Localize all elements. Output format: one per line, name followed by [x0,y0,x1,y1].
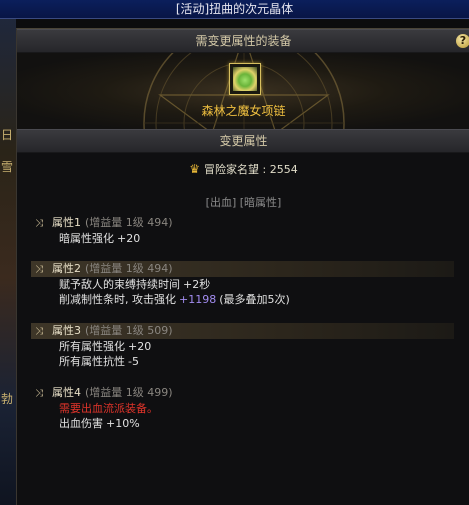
attribute-line: 赋予敌人的束缚持续时间 +2秒 [59,278,211,291]
attribute-name: 属性1 [52,216,81,229]
attribute-header[interactable]: ⤨ 属性4 (增益量 1级 499) [31,385,454,401]
attribute-header[interactable]: ⤨ 属性2 (增益量 1级 494) [31,261,454,277]
attribute-block-2: ⤨ 属性2 (增益量 1级 494) 赋予敌人的束缚持续时间 +2秒 削减制性条时, … [31,261,454,307]
item-name: 森林之魔女项链 [201,104,286,118]
item-display: 森林之魔女项链 [17,53,469,129]
attribute-line: 所有属性强化 +20 [59,340,152,353]
attribute-line: 暗属性强化 +20 [59,232,141,245]
item-slot[interactable] [228,63,261,95]
window-title: [活动]扭曲的次元晶体 [175,2,294,16]
change-section-title: 变更属性 [219,134,268,148]
scene-glyph: 勃 [0,392,13,406]
attribute-block-3: ⤨ 属性3 (增益量 1级 509) 所有属性强化 +20 所有属性抗性 -5 [31,323,454,369]
crown-icon: ♛ [189,162,201,176]
attribute-amp: (增益量 1级 509) [85,324,173,337]
help-button[interactable]: ? [456,34,469,48]
shuffle-icon: ⤨ [35,326,43,337]
shuffle-icon: ⤨ [35,388,43,399]
crystal-window: 日 雪 勃 [活动]扭曲的次元晶体 需变更属性的装备 ? 森林之魔女项链 变更属… [0,0,469,505]
necklace-icon [232,67,257,91]
attribute-block-1: ⤨ 属性1 (增益量 1级 494) 暗属性强化 +20 [31,215,454,246]
attribute-header[interactable]: ⤨ 属性1 (增益量 1级 494) [31,215,454,231]
window-title-bar[interactable]: [活动]扭曲的次元晶体 [0,0,469,19]
attribute-block-4: ⤨ 属性4 (增益量 1级 499) 需要出血流派装备。 出血伤害 +10% [31,385,454,431]
adventurer-fame: ♛ 冒险家名望 : 2554 [189,162,298,176]
attribute-name: 属性3 [52,324,81,337]
shuffle-icon: ⤨ [35,264,43,275]
game-scene-edge: 日 雪 勃 [0,0,16,505]
attribute-line: 出血伤害 +10% [59,417,140,430]
attribute-amp: (增益量 1级 499) [85,386,173,399]
attribute-header[interactable]: ⤨ 属性3 (增益量 1级 509) [31,323,454,339]
attribute-line: 所有属性抗性 -5 [59,355,139,368]
fame-label: 冒险家名望 [204,163,260,176]
attribute-name: 属性2 [52,262,81,275]
attribute-warning-line: 需要出血流派装备。 [59,402,158,415]
attribute-change-panel: 需变更属性的装备 ? 森林之魔女项链 变更属性 ♛ 冒险家名望 : 2554 [… [16,28,469,505]
scene-glyph: 雪 [0,160,13,174]
attribute-body: ♛ 冒险家名望 : 2554 [出血] [暗属性] ⤨ 属性1 (增益量 1级 494… [17,153,469,505]
attribute-amp: (增益量 1级 494) [85,262,173,275]
attribute-name: 属性4 [52,386,81,399]
fame-value: 2554 [269,163,298,176]
attribute-amp: (增益量 1级 494) [85,216,173,229]
equipment-tags: [出血] [暗属性] [205,196,282,209]
shuffle-icon: ⤨ [35,218,43,229]
change-section-header: 变更属性 [17,129,469,153]
equip-section-title: 需变更属性的装备 [195,34,292,48]
attribute-line: 削减制性条时, 攻击强化 +1198 (最多叠加5次) [59,293,290,306]
scene-glyph: 日 [0,128,13,142]
equip-section-header: 需变更属性的装备 ? [17,29,469,53]
